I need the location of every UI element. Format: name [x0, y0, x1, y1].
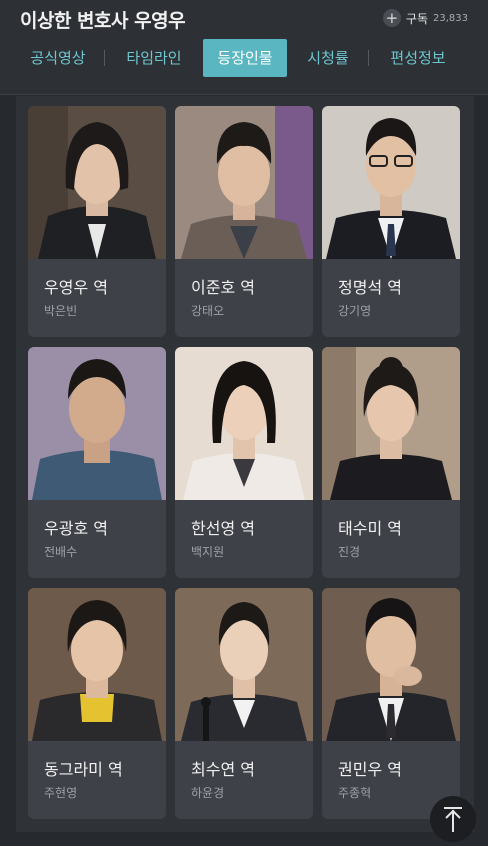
cast-section: 우영우 역 박은빈 이준호 역 강태오 정명석 역 강기영 우광호 역 전배수 …: [16, 96, 474, 832]
actor-name: 진경: [338, 545, 361, 559]
tab-divider: [104, 50, 105, 66]
page-title: 이상한 변호사 우영우: [20, 10, 186, 32]
role-name: 우광호 역: [44, 519, 108, 538]
actor-name: 강기영: [338, 304, 372, 318]
subscriber-count: 23,833: [433, 12, 468, 24]
role-name: 정명석 역: [338, 278, 402, 297]
tab-bar: 공식영상 타임라인 등장인물 시청률 편성정보: [0, 34, 488, 95]
role-name: 이준호 역: [191, 278, 255, 297]
actor-name: 전배수: [44, 545, 78, 559]
cast-card[interactable]: 이준호 역 강태오: [175, 106, 313, 337]
subscribe-button[interactable]: + 구독 23,833: [382, 9, 468, 27]
actor-photo: [28, 588, 166, 741]
actor-name: 박은빈: [44, 304, 78, 318]
role-name: 한선영 역: [191, 519, 255, 538]
role-name: 태수미 역: [338, 519, 402, 538]
cast-card[interactable]: 최수연 역 하윤경: [175, 588, 313, 819]
actor-name: 백지원: [191, 545, 225, 559]
cast-card[interactable]: 동그라미 역 주현영: [28, 588, 166, 819]
role-name: 권민우 역: [338, 760, 402, 779]
tab-divider: [368, 50, 369, 66]
actor-photo: [28, 106, 166, 259]
cast-card[interactable]: 권민우 역 주종혁: [322, 588, 460, 819]
actor-name: 강태오: [191, 304, 225, 318]
tab-official-videos[interactable]: 공식영상: [20, 39, 96, 77]
actor-photo: [175, 588, 313, 741]
role-name: 우영우 역: [44, 278, 108, 297]
scroll-to-top-button[interactable]: [430, 796, 476, 842]
arrow-up-icon: [444, 807, 462, 832]
actor-photo: [175, 106, 313, 259]
actor-name: 하윤경: [191, 786, 225, 800]
tab-timeline[interactable]: 타임라인: [114, 39, 194, 77]
actor-name: 주종혁: [338, 786, 372, 800]
actor-photo: [175, 347, 313, 500]
actor-photo: [322, 106, 460, 259]
subscribe-label: 구독: [405, 11, 428, 26]
tab-ratings[interactable]: 시청률: [296, 39, 360, 77]
cast-card[interactable]: 정명석 역 강기영: [322, 106, 460, 337]
actor-name: 주현영: [44, 786, 78, 800]
tab-schedule[interactable]: 편성정보: [376, 39, 460, 77]
role-name: 동그라미 역: [44, 760, 123, 779]
cast-card[interactable]: 우영우 역 박은빈: [28, 106, 166, 337]
app-header: 이상한 변호사 우영우 + 구독 23,833: [0, 0, 488, 34]
tab-characters[interactable]: 등장인물: [203, 39, 287, 77]
actor-photo: [322, 347, 460, 500]
role-name: 최수연 역: [191, 760, 255, 779]
actor-photo: [322, 588, 460, 741]
plus-icon: +: [382, 9, 401, 27]
cast-card[interactable]: 우광호 역 전배수: [28, 347, 166, 578]
cast-card[interactable]: 태수미 역 진경: [322, 347, 460, 578]
actor-photo: [28, 347, 166, 500]
cast-card[interactable]: 한선영 역 백지원: [175, 347, 313, 578]
